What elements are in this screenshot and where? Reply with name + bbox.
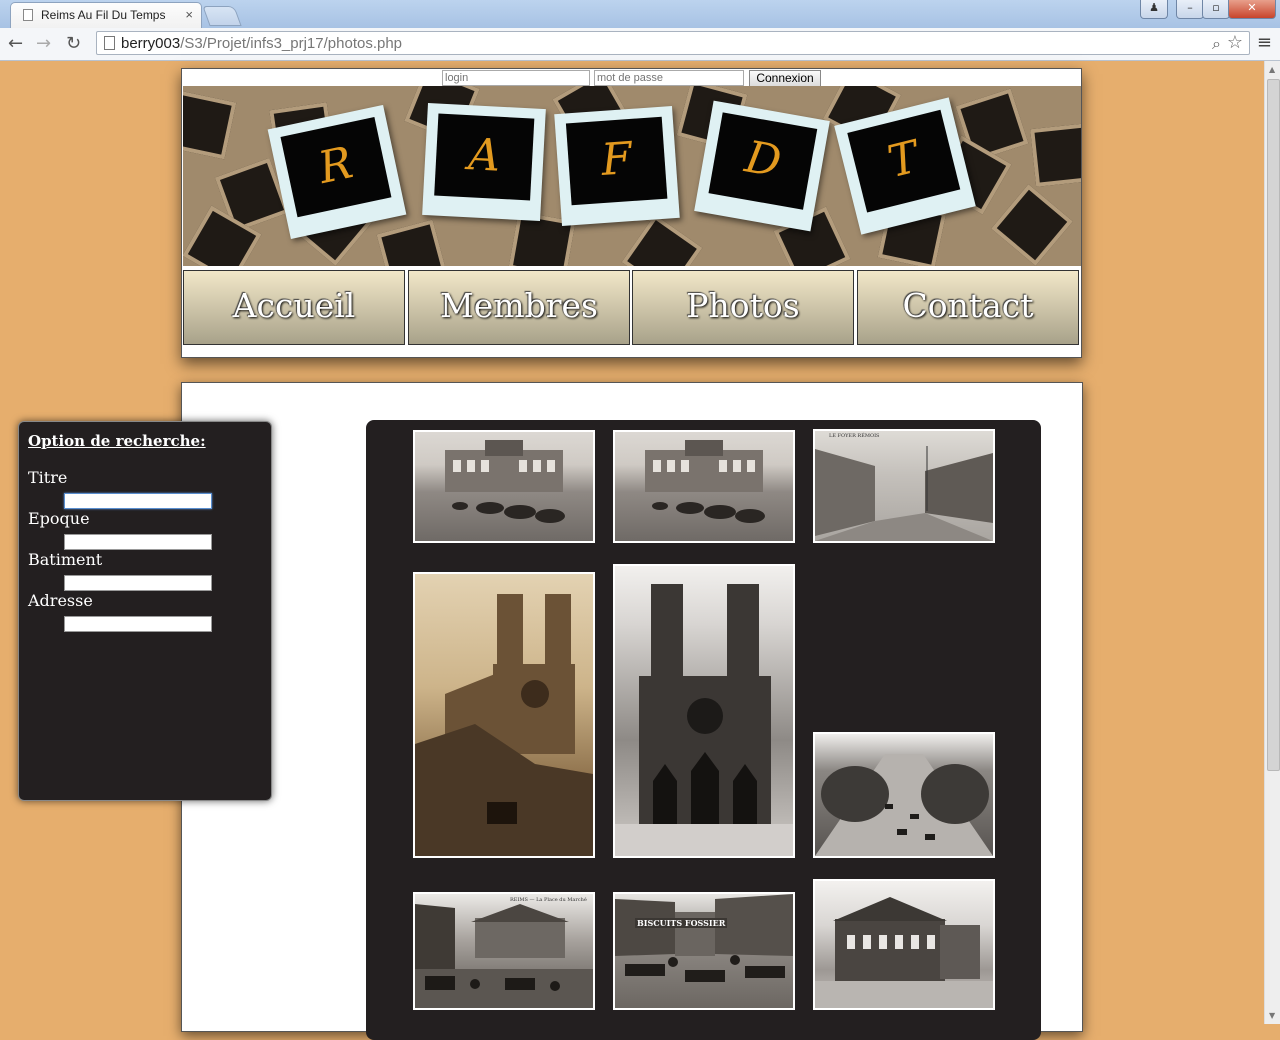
photo-gallery: LE FOYER RÉMOIS REIMS — La Place du Marc… bbox=[366, 420, 1041, 1040]
photo-caption: LE FOYER RÉMOIS bbox=[829, 433, 880, 439]
forward-icon[interactable]: → bbox=[36, 33, 51, 54]
reload-icon[interactable]: ↻ bbox=[66, 33, 81, 54]
banner-letter-a: A bbox=[422, 102, 546, 222]
menu-accueil[interactable]: Accueil bbox=[183, 270, 405, 345]
photo-caption: BISCUITS FOSSIER bbox=[635, 918, 728, 928]
close-icon: ✕ bbox=[1247, 1, 1257, 14]
password-input[interactable] bbox=[594, 70, 744, 86]
user-profile-button[interactable]: ♟ bbox=[1140, 0, 1168, 19]
window-titlebar: Reims Au Fil Du Temps × ♟ – ▫ ✕ bbox=[0, 0, 1280, 28]
new-tab-button[interactable] bbox=[202, 6, 242, 26]
photo-boulevard[interactable] bbox=[813, 732, 995, 858]
banner-letter-r: R bbox=[267, 104, 407, 240]
scrollbar[interactable]: ▲ ▼ bbox=[1264, 61, 1280, 1024]
photo-foyer-remois[interactable]: LE FOYER RÉMOIS bbox=[813, 429, 995, 543]
batiment-label: Batiment bbox=[28, 550, 103, 569]
adresse-label: Adresse bbox=[28, 591, 93, 610]
photo-theatre[interactable] bbox=[813, 879, 995, 1010]
tab-title: Reims Au Fil Du Temps bbox=[41, 8, 166, 22]
site-header: Connexion R A F D T Accueil Membres Phot… bbox=[181, 68, 1082, 358]
banner-letter-d: D bbox=[694, 100, 830, 232]
epoque-label: Epoque bbox=[28, 509, 90, 528]
titre-label: Titre bbox=[28, 468, 68, 487]
minimize-icon: – bbox=[1187, 1, 1193, 14]
adresse-input[interactable] bbox=[64, 616, 212, 632]
menu-photos[interactable]: Photos bbox=[632, 270, 854, 345]
browser-tab[interactable]: Reims Au Fil Du Temps × bbox=[10, 2, 202, 28]
tab-close-icon[interactable]: × bbox=[185, 7, 193, 22]
photo-market-place[interactable]: REIMS — La Place du Marché bbox=[413, 892, 595, 1010]
menu-membres[interactable]: Membres bbox=[408, 270, 630, 345]
browser-toolbar: ← → ↻ berry003/S3/Projet/infs3_prj17/pho… bbox=[0, 28, 1280, 61]
scroll-down-icon[interactable]: ▼ bbox=[1269, 1011, 1275, 1020]
titre-input[interactable] bbox=[64, 493, 212, 509]
back-icon[interactable]: ← bbox=[8, 33, 23, 54]
search-icon[interactable]: ⌕ bbox=[1212, 34, 1221, 54]
batiment-input[interactable] bbox=[64, 575, 212, 591]
maximize-button[interactable]: ▫ bbox=[1202, 0, 1230, 19]
address-bar[interactable]: berry003/S3/Projet/infs3_prj17/photos.ph… bbox=[96, 31, 1250, 55]
scrollbar-thumb[interactable] bbox=[1267, 79, 1280, 771]
photo-town-hall-2[interactable] bbox=[613, 430, 795, 543]
photo-market-biscuits[interactable]: BISCUITS FOSSIER bbox=[613, 892, 795, 1010]
photo-town-hall-1[interactable] bbox=[413, 430, 595, 543]
photo-caption: REIMS — La Place du Marché bbox=[510, 897, 587, 903]
star-icon[interactable]: ☆ bbox=[1227, 32, 1243, 53]
banner-letter-f: F bbox=[554, 106, 680, 226]
page-icon bbox=[104, 36, 115, 50]
maximize-icon: ▫ bbox=[1212, 1, 1220, 14]
close-window-button[interactable]: ✕ bbox=[1228, 0, 1276, 19]
photo-cathedral-facade[interactable] bbox=[613, 564, 795, 858]
epoque-input[interactable] bbox=[64, 534, 212, 550]
minimize-button[interactable]: – bbox=[1176, 0, 1204, 19]
login-input[interactable] bbox=[442, 70, 590, 86]
user-icon: ♟ bbox=[1149, 1, 1159, 14]
search-title: Option de recherche: bbox=[28, 432, 206, 450]
page-icon bbox=[23, 9, 33, 21]
menu-contact[interactable]: Contact bbox=[857, 270, 1079, 345]
connexion-button[interactable]: Connexion bbox=[749, 70, 821, 87]
scroll-up-icon[interactable]: ▲ bbox=[1269, 65, 1275, 74]
menu-icon[interactable]: ≡ bbox=[1257, 32, 1272, 53]
photo-cathedral-ruins[interactable] bbox=[413, 572, 595, 858]
url-text: berry003/S3/Projet/infs3_prj17/photos.ph… bbox=[121, 35, 403, 52]
banner: R A F D T bbox=[183, 86, 1081, 266]
search-panel: Option de recherche: Titre Epoque Batime… bbox=[18, 421, 272, 801]
